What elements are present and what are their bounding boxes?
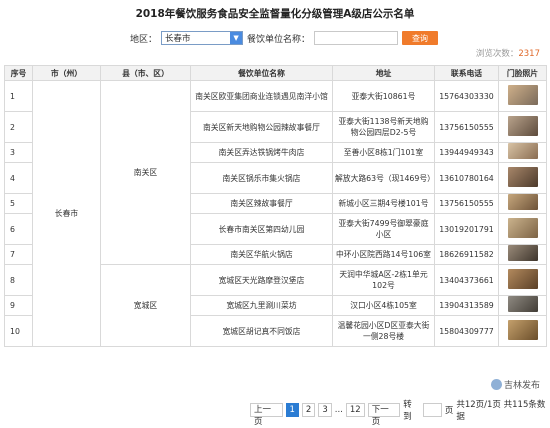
row-phone: 13404373661 <box>434 264 499 296</box>
row-address: 亚泰大街1138号新天地购物公园四层D2-5号 <box>332 111 435 143</box>
row-address: 新城小区三期4号楼101号 <box>332 193 435 214</box>
row-phone: 13610780164 <box>434 162 499 194</box>
col-header-phone: 联系电话 <box>434 65 499 81</box>
row-photo-cell <box>498 111 547 143</box>
page-2-button[interactable]: 2 <box>301 403 316 417</box>
row-no: 8 <box>4 264 33 296</box>
row-phone: 13756150555 <box>434 193 499 214</box>
row-name: 长春市南关区第四幼儿园 <box>190 213 333 245</box>
row-photo-cell <box>498 142 547 163</box>
storefront-photo[interactable] <box>507 245 538 261</box>
storefront-photo[interactable] <box>507 194 538 210</box>
row-photo-cell <box>498 295 547 316</box>
row-no: 3 <box>4 142 33 163</box>
row-address: 汉口小区4栋105室 <box>332 295 435 316</box>
watermark: 吉林发布 <box>490 378 540 391</box>
row-phone: 13019201791 <box>434 213 499 245</box>
row-name: 南关区锅乐市集火锅店 <box>190 162 333 194</box>
row-name: 南关区弄达铁锅烤牛肉店 <box>190 142 333 163</box>
row-phone: 13756150555 <box>434 111 499 143</box>
row-photo-cell <box>498 315 547 347</box>
col-header-city: 市（州） <box>32 65 101 81</box>
storefront-photo[interactable] <box>507 296 538 312</box>
row-name: 宽城区九里涮川菜坊 <box>190 295 333 316</box>
table-header-row: 序号 市（州） 县（市、区） 餐饮单位名称 地址 联系电话 门脸照片 <box>4 65 547 81</box>
row-name: 南关区华航火锅店 <box>190 244 333 265</box>
storefront-photo[interactable] <box>507 319 538 340</box>
row-photo-cell <box>498 264 547 296</box>
row-no: 1 <box>4 80 33 112</box>
row-name: 南关区新天地购物公园辣故事餐厅 <box>190 111 333 143</box>
pager-summary: 共12页/1页 共115条数据 <box>456 400 546 422</box>
row-address: 至善小区8栋1门101室 <box>332 142 435 163</box>
search-button[interactable]: 查询 <box>402 31 439 45</box>
row-name: 南关区辣故事餐厅 <box>190 193 333 214</box>
name-input[interactable] <box>314 31 399 45</box>
row-address: 亚泰大街10861号 <box>332 80 435 112</box>
storefront-photo[interactable] <box>507 143 538 159</box>
goto-page-input[interactable] <box>422 403 442 417</box>
table-row: 1 长春市 南关区 南关区欧亚集团商业连锁遇见南洋小馆 亚泰大街10861号 1… <box>4 80 547 347</box>
row-name: 宽城区胡记真不同饭店 <box>190 315 333 347</box>
search-bar: 地区： 长春市 ▼ 餐饮单位名称： 查询 <box>130 31 439 45</box>
page-3-button[interactable]: 3 <box>318 403 332 417</box>
row-no: 2 <box>4 111 33 143</box>
row-photo-cell <box>498 244 547 265</box>
row-photo-cell <box>498 193 547 214</box>
page-title: 2018年餐饮服务食品安全监督量化分级管理A级店公示名单 <box>135 8 415 20</box>
prev-page-button[interactable]: 上一页 <box>250 403 283 427</box>
row-no: 9 <box>4 295 33 316</box>
row-no: 4 <box>4 162 33 194</box>
page-unit-label: 页 <box>444 406 454 416</box>
view-count: 浏览次数：2317 <box>476 47 540 59</box>
storefront-photo[interactable] <box>507 166 538 187</box>
row-photo-cell <box>498 162 547 194</box>
row-phone: 15764303330 <box>434 80 499 112</box>
district-cell: 宽城区 <box>100 264 191 347</box>
row-phone: 18626911582 <box>434 244 499 265</box>
page-12-button[interactable]: 12 <box>345 403 365 417</box>
row-phone: 15804309777 <box>434 315 499 347</box>
storefront-photo[interactable] <box>507 115 538 136</box>
region-label: 地区： <box>130 34 158 45</box>
next-page-button[interactable]: 下一页 <box>367 403 401 427</box>
view-count-value: 2317 <box>518 49 540 59</box>
row-no: 10 <box>4 315 33 347</box>
col-header-photo: 门脸照片 <box>498 65 547 81</box>
region-select[interactable]: 长春市 ▼ <box>161 31 244 45</box>
col-header-district: 县（市、区） <box>100 65 191 81</box>
col-header-no: 序号 <box>4 65 33 81</box>
col-header-address: 地址 <box>332 65 435 81</box>
row-address: 天润中华城A区-2栋1单元102号 <box>332 264 435 296</box>
district-cell: 南关区 <box>100 80 191 265</box>
region-select-value: 长春市 <box>165 34 191 44</box>
page-1-button[interactable]: 1 <box>285 403 299 417</box>
pagination: 上一页 1 2 3 ... 12 下一页 转到 页 共12页/1页 共115条数… <box>250 398 550 427</box>
row-no: 5 <box>4 193 33 214</box>
row-address: 解放大路63号（现1469号） <box>332 162 435 194</box>
goto-label: 转到 <box>403 400 412 422</box>
storefront-photo[interactable] <box>507 84 538 105</box>
watermark-text: 吉林发布 <box>503 381 540 391</box>
name-label: 餐饮单位名称： <box>247 34 311 45</box>
row-name: 南关区欧亚集团商业连锁遇见南洋小馆 <box>190 80 333 112</box>
wechat-icon <box>490 379 502 390</box>
city-cell: 长春市 <box>32 80 101 347</box>
storefront-photo[interactable] <box>507 268 538 289</box>
row-no: 7 <box>4 244 33 265</box>
row-photo-cell <box>498 213 547 245</box>
row-phone: 13944949343 <box>434 142 499 163</box>
storefront-photo[interactable] <box>507 217 538 238</box>
row-photo-cell <box>498 80 547 112</box>
chevron-down-icon[interactable]: ▼ <box>230 32 243 44</box>
view-count-label: 浏览次数： <box>475 49 519 59</box>
row-no: 6 <box>4 213 33 245</box>
row-address: 中环小区院西路14号106室 <box>332 244 435 265</box>
results-table: 序号 市（州） 县（市、区） 餐饮单位名称 地址 联系电话 门脸照片 1 长春市… <box>4 65 547 347</box>
col-header-name: 餐饮单位名称 <box>190 65 333 81</box>
row-name: 宽城区天光路摩登汉堡店 <box>190 264 333 296</box>
row-address: 温馨花园小区D区亚泰大街一侧28号楼 <box>332 315 435 347</box>
row-phone: 13904313589 <box>434 295 499 316</box>
row-address: 亚泰大街7499号御翠豪庭小区 <box>332 213 435 245</box>
